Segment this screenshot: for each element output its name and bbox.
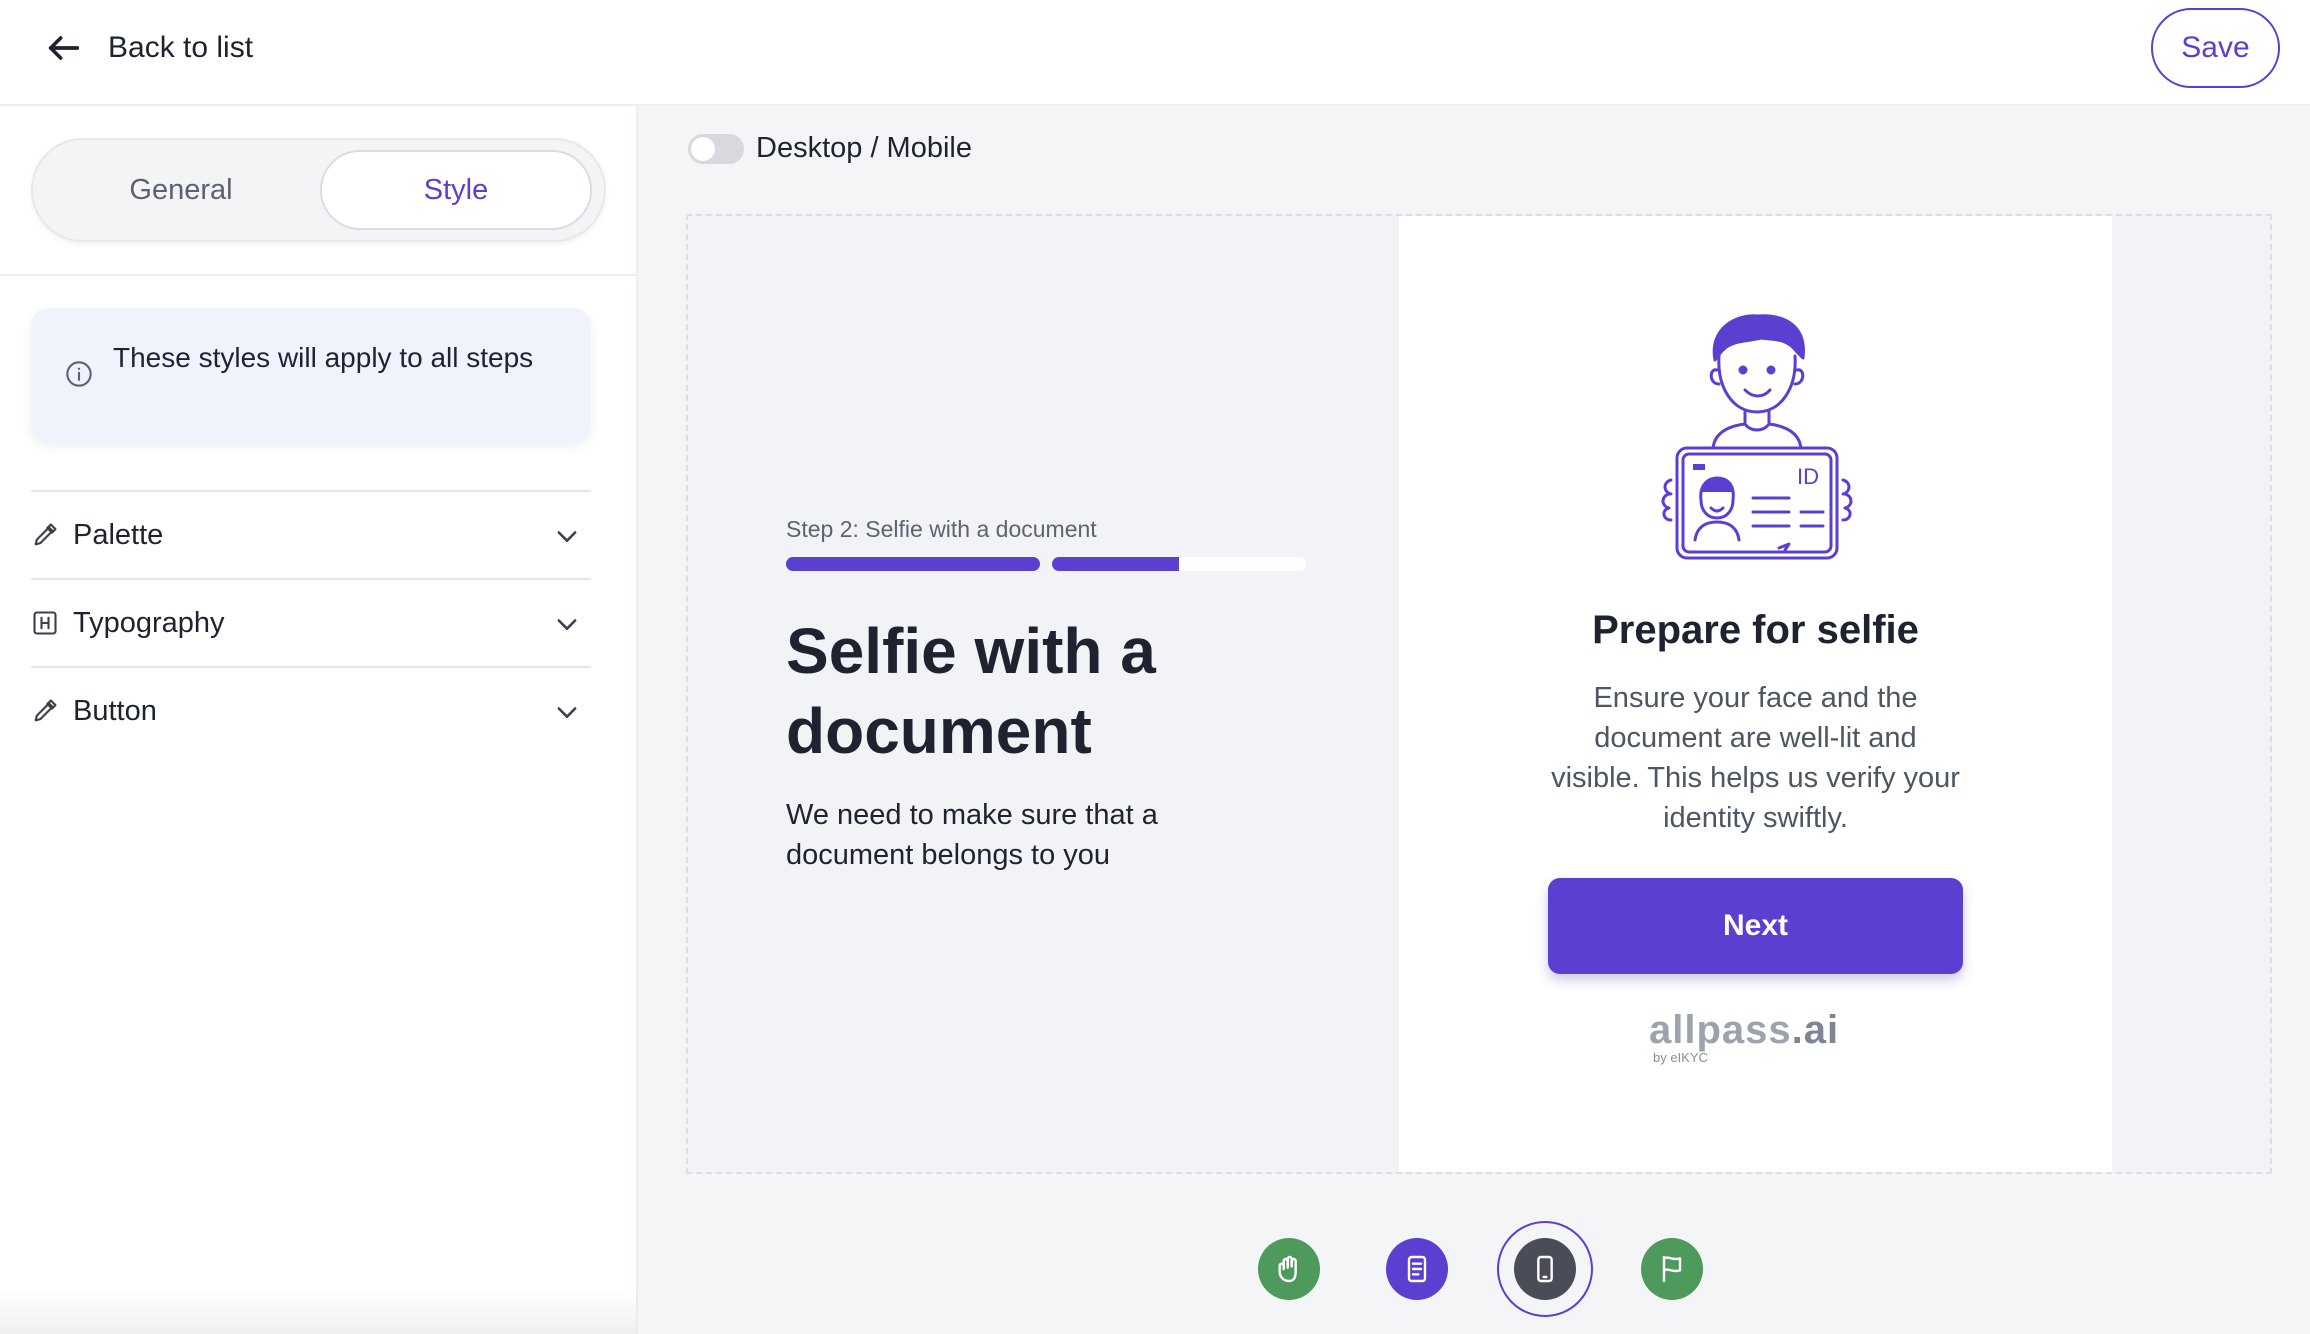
heading-icon — [33, 611, 57, 635]
step-subtext: We need to make sure that a document bel… — [786, 799, 1158, 871]
step-headline: Selfie with a document — [786, 615, 1156, 767]
card-description: Ensure your face and the document are we… — [1551, 682, 1960, 834]
brand-logo: allpass.ai by eIKYC — [1649, 1010, 1879, 1070]
top-bar: Back to list Save — [0, 0, 2310, 106]
accordion-button-label: Button — [73, 694, 157, 727]
chevron-down-icon — [557, 619, 577, 630]
desktop-mobile-toggle-row: Desktop / Mobile — [688, 132, 972, 165]
accordion-button[interactable]: Button — [31, 666, 591, 754]
toggle-knob — [691, 136, 715, 161]
progress-fill — [1052, 557, 1179, 571]
brand-tld: .ai — [1791, 1008, 1840, 1052]
id-text: ID — [1797, 464, 1819, 489]
eyedropper-icon — [34, 699, 57, 722]
person-holding-id-illustration: ID — [1661, 314, 1853, 560]
flag-icon — [1662, 1255, 1682, 1283]
step-navigation — [638, 1218, 2310, 1318]
step-info-panel: Step 2: Selfie with a document Selfie wi… — [786, 516, 1346, 875]
tab-style[interactable]: Style — [320, 150, 592, 230]
next-button[interactable]: Next — [1548, 878, 1963, 974]
chevron-down-icon — [557, 531, 577, 542]
progress-segment-current — [1052, 557, 1306, 571]
step-nav-document[interactable] — [1386, 1238, 1448, 1300]
step-nav-phone-active[interactable] — [1497, 1221, 1593, 1317]
accordion-typography-label: Typography — [73, 606, 225, 639]
back-to-list-label: Back to list — [108, 31, 254, 64]
eyedropper-icon — [34, 523, 57, 546]
desktop-mobile-label: Desktop / Mobile — [756, 132, 972, 164]
step-nav-flag[interactable] — [1641, 1238, 1703, 1300]
info-notice-text: These styles will apply to all steps — [113, 342, 534, 373]
brand-main-text: allpass — [1649, 1008, 1792, 1052]
sidebar: General Style These styles will apply to… — [0, 106, 638, 1334]
hand-icon — [1278, 1255, 1297, 1283]
brand-subtitle: by eIKYC — [1653, 1050, 1708, 1065]
accordion-palette[interactable]: Palette — [31, 490, 591, 578]
desktop-mobile-toggle[interactable] — [688, 133, 744, 164]
general-style-tabs: General Style — [31, 138, 606, 242]
preview-canvas: Step 2: Selfie with a document Selfie wi… — [686, 214, 2272, 1174]
card-title: Prepare for selfie — [1592, 608, 1919, 652]
brand-wordmark: allpass.ai — [1649, 1010, 1879, 1050]
document-icon — [1407, 1255, 1427, 1283]
preview-area: Desktop / Mobile Step 2: Selfie with a d… — [638, 106, 2310, 1334]
divider — [0, 274, 636, 276]
accordion-palette-label: Palette — [73, 518, 164, 551]
save-button[interactable]: Save — [2151, 8, 2280, 88]
info-notice: These styles will apply to all steps — [31, 308, 591, 442]
step-nav-phone-inner — [1514, 1238, 1576, 1300]
progress-segment-completed — [786, 557, 1040, 571]
back-to-list-link[interactable]: Back to list — [44, 24, 253, 72]
phone-icon — [1537, 1255, 1553, 1283]
mobile-preview-card: ID Prepare for selfie Ensure your face a… — [1399, 216, 2112, 1172]
step-nav-hand[interactable] — [1258, 1238, 1320, 1300]
info-icon — [66, 361, 92, 387]
accordion-typography[interactable]: Typography — [31, 578, 591, 666]
sidebar-bottom-fade — [0, 1290, 638, 1334]
step-label: Step 2: Selfie with a document — [786, 516, 1097, 542]
arrow-left-icon — [48, 36, 80, 60]
step-progress-bar — [786, 557, 1306, 571]
tab-general[interactable]: General — [45, 150, 317, 230]
chevron-down-icon — [557, 707, 577, 718]
